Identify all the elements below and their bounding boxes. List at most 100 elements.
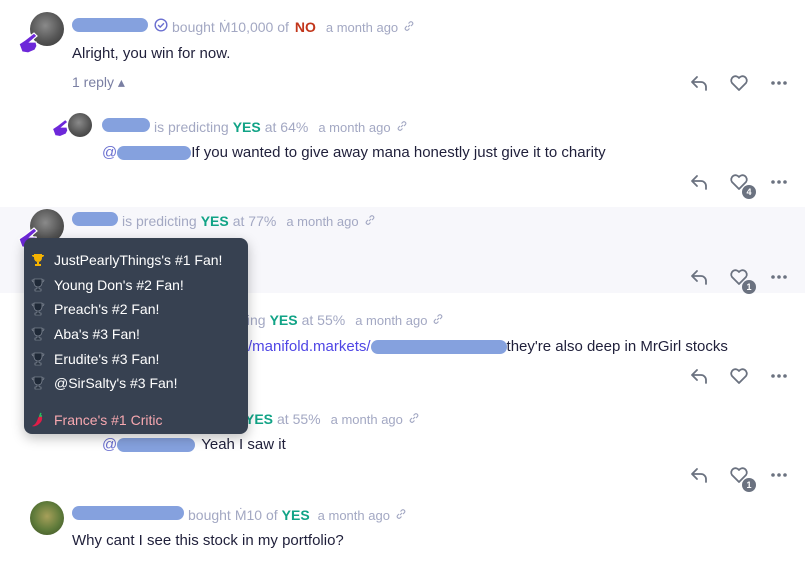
more-button[interactable]: [768, 464, 790, 486]
link-icon[interactable]: [396, 120, 408, 132]
outcome-yes: YES: [269, 312, 298, 328]
probability: at 77%: [232, 213, 277, 229]
gold-trophy-icon: [32, 254, 44, 267]
amount: Ṁ10 of: [234, 507, 278, 523]
redacted-link[interactable]: [370, 340, 507, 355]
badge-label: Preach's #2 Fan!: [54, 301, 160, 318]
link-icon[interactable]: [432, 313, 444, 325]
reply-button[interactable]: [688, 72, 710, 94]
comment-meta: ting YES at 55% a month ago: [243, 312, 444, 328]
badge-item[interactable]: Aba's #3 Fan!: [30, 322, 242, 347]
heart-icon: [730, 368, 748, 384]
redacted-username[interactable]: [72, 506, 184, 520]
link-icon[interactable]: [403, 20, 415, 32]
heart-icon: [730, 75, 748, 91]
replies-toggle[interactable]: 1 reply ▴: [72, 74, 125, 91]
more-button[interactable]: [768, 365, 790, 387]
more-icon: [771, 275, 787, 279]
chili-pepper-icon: [32, 412, 43, 427]
more-button[interactable]: [768, 266, 790, 288]
badge-item[interactable]: Young Don's #2 Fan!: [30, 273, 242, 298]
reply-button[interactable]: [688, 266, 710, 288]
more-icon: [771, 81, 787, 85]
mention-at[interactable]: @: [102, 144, 117, 161]
comment-actions: 1: [670, 266, 790, 294]
redacted-username[interactable]: [72, 212, 118, 226]
like-button[interactable]: 1: [728, 266, 756, 294]
reply-icon: [691, 369, 707, 384]
more-icon: [771, 180, 787, 184]
user-badges-popover: JustPearlyThings's #1 Fan! Young Don's #…: [24, 238, 248, 434]
reply-button[interactable]: [688, 171, 710, 193]
timestamp[interactable]: a month ago: [355, 313, 427, 328]
more-icon: [771, 473, 787, 477]
critic-item[interactable]: France's #1 Critic: [30, 408, 242, 433]
comment-meta: bought Ṁ10 of YES a month ago: [72, 506, 407, 523]
like-button[interactable]: 4: [728, 171, 756, 199]
redacted-mention[interactable]: [117, 438, 196, 453]
comment-body: If you wanted to give away mana honestly…: [191, 144, 606, 161]
badge-item[interactable]: @SirSalty's #3 Fan!: [30, 371, 242, 396]
reply-icon: [691, 468, 707, 483]
like-count: 4: [742, 185, 756, 199]
more-button[interactable]: [768, 72, 790, 94]
probability: at 55%: [277, 411, 321, 427]
divider: [30, 396, 242, 408]
pointing-hand-icon: [51, 118, 69, 137]
comment-actions: 1: [670, 464, 790, 492]
badge-item[interactable]: Preach's #2 Fan!: [30, 297, 242, 322]
comment-actions: [670, 72, 790, 94]
link-icon[interactable]: [395, 508, 407, 520]
badge-label: Erudite's #3 Fan!: [54, 350, 160, 367]
badge-label: @SirSalty's #3 Fan!: [54, 375, 178, 392]
redacted-mention[interactable]: [117, 146, 192, 161]
trophy-icon: [31, 278, 45, 292]
comment-6: bought Ṁ10 of YES a month ago Why cant I…: [0, 496, 805, 562]
reply-button[interactable]: [688, 365, 710, 387]
verb: bought: [172, 19, 215, 35]
like-button[interactable]: 1: [728, 464, 756, 492]
like-button[interactable]: [728, 365, 750, 387]
link-icon[interactable]: [408, 412, 420, 424]
comment-text: @ If you wanted to give away mana honestl…: [102, 144, 606, 161]
redacted-username[interactable]: [102, 118, 150, 132]
badge-item[interactable]: Erudite's #3 Fan!: [30, 346, 242, 371]
comment-text: @ Yeah I saw it: [102, 436, 286, 453]
mention-at[interactable]: @: [102, 436, 117, 453]
comment-1: bought Ṁ10,000 of NO a month ago Alright…: [0, 0, 805, 100]
trophy-icon: [31, 352, 45, 365]
verb: is predicting: [122, 213, 197, 229]
timestamp[interactable]: a month ago: [326, 20, 398, 35]
outcome-no: NO: [294, 19, 316, 35]
timestamp[interactable]: a month ago: [318, 120, 390, 135]
probability: at 55%: [301, 312, 346, 328]
comment-actions: 4: [670, 171, 790, 199]
more-button[interactable]: [768, 171, 790, 193]
comment-meta: bought Ṁ10,000 of NO a month ago: [72, 18, 415, 35]
link-icon[interactable]: [364, 214, 376, 226]
avatar[interactable]: [30, 501, 64, 535]
like-button[interactable]: [728, 72, 750, 94]
market-link[interactable]: /manifold.markets/: [248, 338, 371, 355]
comment-2: is predicting YES at 64% a month ago @ If…: [0, 105, 805, 205]
outcome-yes: YES: [200, 213, 229, 229]
trophy-icon: [31, 376, 45, 390]
reply-icon: [691, 270, 707, 285]
timestamp[interactable]: a month ago: [318, 508, 390, 523]
pointing-hand-icon: [18, 32, 38, 54]
verb: bought: [188, 507, 231, 523]
outcome-yes: YES: [232, 119, 261, 135]
reply-icon: [691, 76, 707, 91]
comment-text: /manifold.markets/they're also deep in M…: [248, 338, 728, 355]
badge-label: Aba's #3 Fan!: [54, 326, 140, 343]
redacted-username[interactable]: [72, 18, 148, 32]
comment-meta: is predicting YES at 64% a month ago: [102, 118, 408, 135]
amount: Ṁ10,000 of: [218, 19, 289, 35]
reply-button[interactable]: [688, 464, 710, 486]
verb: is predicting: [154, 119, 229, 135]
timestamp[interactable]: a month ago: [331, 412, 403, 427]
like-count: 1: [742, 478, 756, 492]
badge-item[interactable]: JustPearlyThings's #1 Fan!: [30, 248, 242, 273]
timestamp[interactable]: a month ago: [286, 214, 358, 229]
badge-label: JustPearlyThings's #1 Fan!: [54, 252, 223, 269]
